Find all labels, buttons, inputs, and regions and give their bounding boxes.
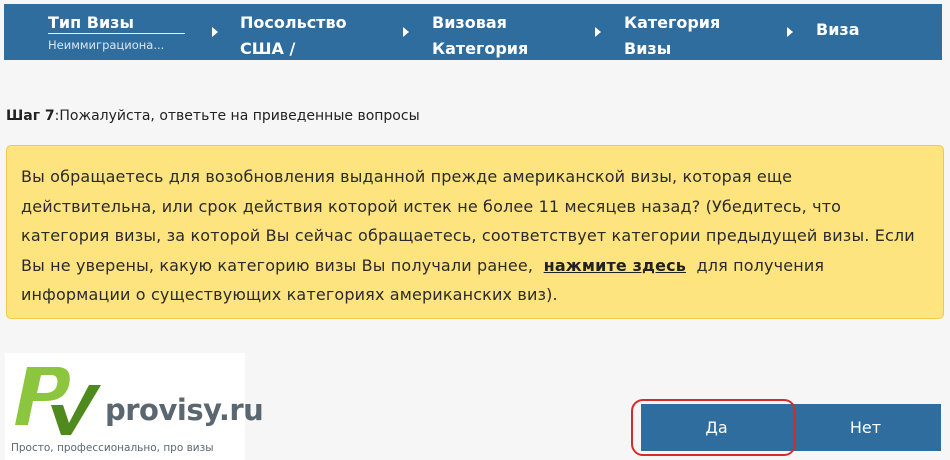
chevron-right-icon [212, 27, 218, 37]
question-text: Вы обращаетесь для возобновления выданно… [7, 146, 943, 310]
step-label: Шаг 7 [6, 108, 55, 124]
no-button[interactable]: Нет [790, 404, 941, 451]
logo-tagline: Просто, профессионально, про визы [11, 442, 214, 454]
wizard-step-bar: Тип Визы Неиммиграциона... Посольство СШ… [4, 4, 942, 60]
click-here-link[interactable]: нажмите здесь [544, 256, 686, 275]
chevron-right-icon [403, 27, 409, 37]
step-prompt-text: :Пожалуйста, ответьте на приведенные воп… [54, 108, 420, 124]
step-title: Виза [816, 20, 860, 39]
step-title: Категория Визы [624, 13, 721, 58]
logo-name: provisy.ru [105, 393, 264, 427]
chevron-right-icon [595, 27, 601, 37]
step-title: Визовая Категория [432, 13, 529, 58]
pv-logo-icon [15, 367, 101, 435]
yes-button[interactable]: Да [641, 404, 792, 451]
provisy-logo: provisy.ru Просто, профессионально, про … [5, 353, 264, 460]
question-notice: Вы обращаетесь для возобновления выданно… [6, 145, 944, 319]
step-underline [48, 33, 185, 34]
step-title: Посольство США / [240, 13, 347, 58]
step-subtitle: Неиммиграциона... [48, 38, 165, 52]
step-prompt: Шаг 7:Пожалуйста, ответьте на приведенны… [6, 108, 420, 124]
chevron-right-icon [787, 27, 793, 37]
